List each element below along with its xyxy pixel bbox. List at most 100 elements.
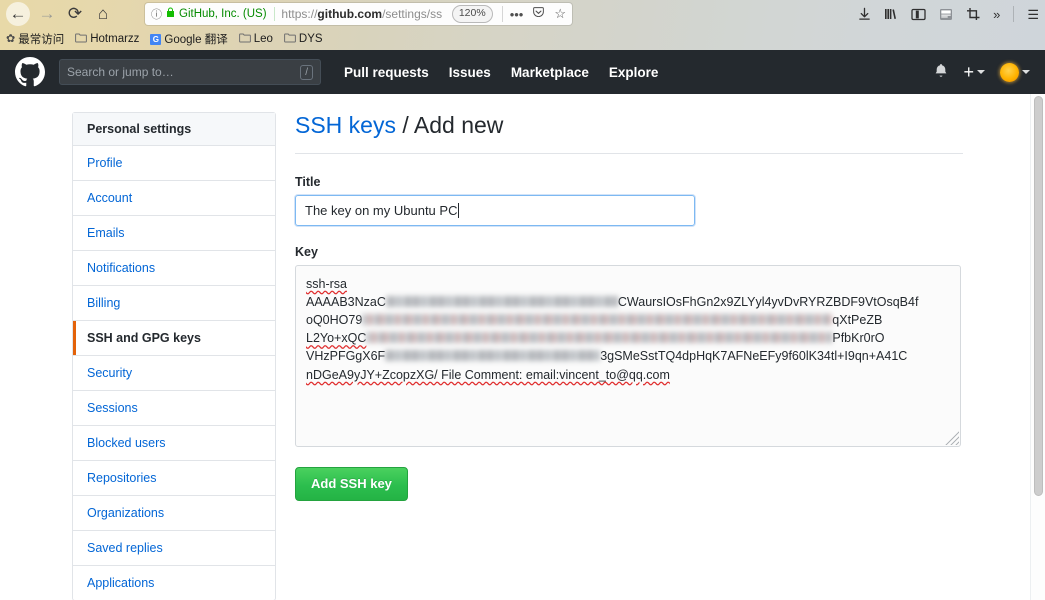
nav-issues[interactable]: Issues (449, 65, 491, 80)
redacted-segment (385, 295, 618, 307)
browser-chrome: ← → ⟳ ⌂ ⓘ GitHub, Inc. (US) https://gith… (0, 0, 1045, 50)
url-bar[interactable]: ⓘ GitHub, Inc. (US) https://github.com/s… (145, 3, 572, 25)
sidebar-item-applications[interactable]: Applications (73, 566, 275, 600)
sidebar-icon[interactable] (911, 8, 926, 21)
key-line-prefix: AAAAB3NzaC (306, 294, 386, 309)
key-line-prefix: nDGeA9yJY+ZcopzXG/ File Comment: email:v… (306, 367, 670, 382)
bookmark-hotmarzz[interactable]: Hotmarzz (75, 33, 139, 46)
overflow-icon[interactable]: » (993, 8, 1000, 21)
sidebar-item-saved-replies[interactable]: Saved replies (73, 531, 275, 566)
page-actions-icon[interactable]: ••• (510, 7, 524, 22)
bookmark-star-icon[interactable]: ☆ (554, 6, 566, 22)
key-field-label: Key (295, 244, 318, 259)
url-path: /settings/ssh/new (382, 7, 442, 21)
key-line-prefix: L2Yo+xQC (306, 331, 367, 346)
vertical-scrollbar[interactable] (1030, 94, 1045, 600)
breadcrumb-separator: / (395, 112, 414, 138)
url-protocol: https:// (281, 7, 318, 21)
url-domain: github.com (317, 7, 383, 21)
browser-nav-row: ← → ⟳ ⌂ ⓘ GitHub, Inc. (US) https://gith… (0, 0, 1045, 28)
bookmark-label: Google 翻译 (164, 34, 228, 46)
zoom-level-badge[interactable]: 120% (451, 5, 493, 23)
breadcrumb-current: Add new (413, 112, 504, 138)
nav-marketplace[interactable]: Marketplace (511, 65, 589, 80)
bookmark-dys[interactable]: DYS (283, 33, 323, 46)
sidebar-item-emails[interactable]: Emails (73, 216, 275, 251)
home-icon[interactable]: ⌂ (89, 1, 117, 27)
folder-icon (283, 33, 296, 46)
key-line-suffix: 3gSMeSstTQ4dpHqK7AFNeEFy9f60lK34tl+I9qn+… (600, 349, 908, 364)
key-line-prefix: VHzPFGgX6F (306, 349, 386, 364)
sidebar-item-security[interactable]: Security (73, 356, 275, 391)
bookmark-google-translate[interactable]: G Google 翻译 (150, 31, 228, 47)
google-translate-icon: G (150, 33, 162, 45)
key-line: ssh-rsa (306, 275, 950, 293)
create-new-menu[interactable]: + (963, 63, 985, 81)
add-ssh-key-button[interactable]: Add SSH key (295, 466, 408, 501)
sidebar-item-repositories[interactable]: Repositories (73, 461, 275, 496)
github-nav: Pull requests Issues Marketplace Explore (344, 65, 658, 80)
downloads-icon[interactable] (858, 7, 871, 21)
bookmark-label: DYS (298, 33, 323, 45)
sidebar-item-billing[interactable]: Billing (73, 286, 275, 321)
textarea-resize-handle[interactable] (945, 430, 959, 445)
nav-pull-requests[interactable]: Pull requests (344, 65, 429, 80)
notifications-bell-icon[interactable] (934, 63, 948, 82)
text-cursor (458, 202, 460, 218)
sidebar-item-account[interactable]: Account (73, 181, 275, 216)
lock-icon (166, 7, 175, 21)
key-line: nDGeA9yJY+ZcopzXG/ File Comment: email:v… (306, 366, 950, 384)
nav-explore[interactable]: Explore (609, 65, 659, 80)
site-identity-label: GitHub, Inc. (US) (179, 8, 267, 20)
github-logo-icon[interactable] (15, 57, 45, 87)
gear-icon: ✿ (6, 32, 16, 45)
key-line: L2Yo+xQC PfbKr0rO (306, 329, 950, 347)
pocket-icon[interactable] (532, 6, 545, 22)
clip-icon[interactable] (966, 7, 980, 21)
url-divider (273, 7, 275, 21)
sidebar-heading: Personal settings (73, 113, 275, 146)
chevron-down-icon (1022, 70, 1030, 74)
page-body: Personal settings Profile Account Emails… (0, 94, 1045, 600)
scrollbar-thumb[interactable] (1034, 96, 1043, 496)
forward-icon[interactable]: → (33, 1, 61, 27)
sidebar-item-notifications[interactable]: Notifications (73, 251, 275, 286)
search-placeholder: Search or jump to… (67, 65, 174, 79)
github-header: Search or jump to… / Pull requests Issue… (0, 50, 1045, 94)
avatar (1000, 62, 1019, 82)
sidebar-item-profile[interactable]: Profile (73, 146, 275, 181)
title-input[interactable]: The key on my Ubuntu PC (295, 194, 695, 226)
key-field-group: Key ssh-rsa AAAAB3NzaC CWaursIOsFhGn2x9ZL… (295, 245, 963, 447)
key-line-suffix: qXtPeZB (832, 313, 883, 327)
bookmark-most-visited[interactable]: ✿ 最常访问 (6, 31, 64, 47)
screenshot-icon[interactable] (939, 8, 953, 21)
key-textarea[interactable]: ssh-rsa AAAAB3NzaC CWaursIOsFhGn2x9ZLYyl4… (295, 264, 961, 447)
sidebar-item-ssh-and-gpg-keys[interactable]: SSH and GPG keys (73, 321, 275, 356)
redacted-segment (366, 332, 833, 344)
folder-icon (75, 33, 88, 46)
user-menu[interactable] (1000, 62, 1030, 82)
key-line: VHzPFGgX6F 3gSMeSstTQ4dpHqK7AFNeEFy9f60lK… (306, 347, 950, 365)
identity-info-icon[interactable]: ⓘ (151, 6, 162, 22)
sidebar-item-sessions[interactable]: Sessions (73, 391, 275, 426)
sidebar-item-organizations[interactable]: Organizations (73, 496, 275, 531)
bookmark-leo[interactable]: Leo (238, 33, 273, 46)
library-icon[interactable] (884, 7, 898, 21)
reload-icon[interactable]: ⟳ (61, 1, 89, 27)
back-icon[interactable]: ← (6, 2, 30, 26)
breadcrumb-ssh-keys-link[interactable]: SSH keys (295, 112, 396, 138)
menu-icon[interactable]: ☰ (1027, 8, 1039, 21)
sidebar-item-blocked-users[interactable]: Blocked users (73, 426, 275, 461)
url-text: https://github.com/settings/ssh/new (281, 7, 441, 21)
title-input-value: The key on my Ubuntu PC (305, 202, 458, 218)
search-input[interactable]: Search or jump to… / (59, 59, 321, 85)
key-line: oQ0HO79 qXtPeZB (306, 311, 950, 329)
folder-icon (238, 33, 251, 46)
bookmark-label: Leo (253, 33, 273, 45)
key-line-prefix: ssh-rsa (306, 276, 347, 291)
page-title: SSH keys / Add new (295, 112, 963, 154)
browser-toolbar-right: » ☰ (858, 0, 1039, 28)
plus-icon: + (963, 62, 974, 82)
github-header-right: + (934, 50, 1030, 94)
key-line-suffix: CWaursIOsFhGn2x9ZLYyl4yvDvRYRZBDF9VtOsqB… (617, 294, 919, 309)
